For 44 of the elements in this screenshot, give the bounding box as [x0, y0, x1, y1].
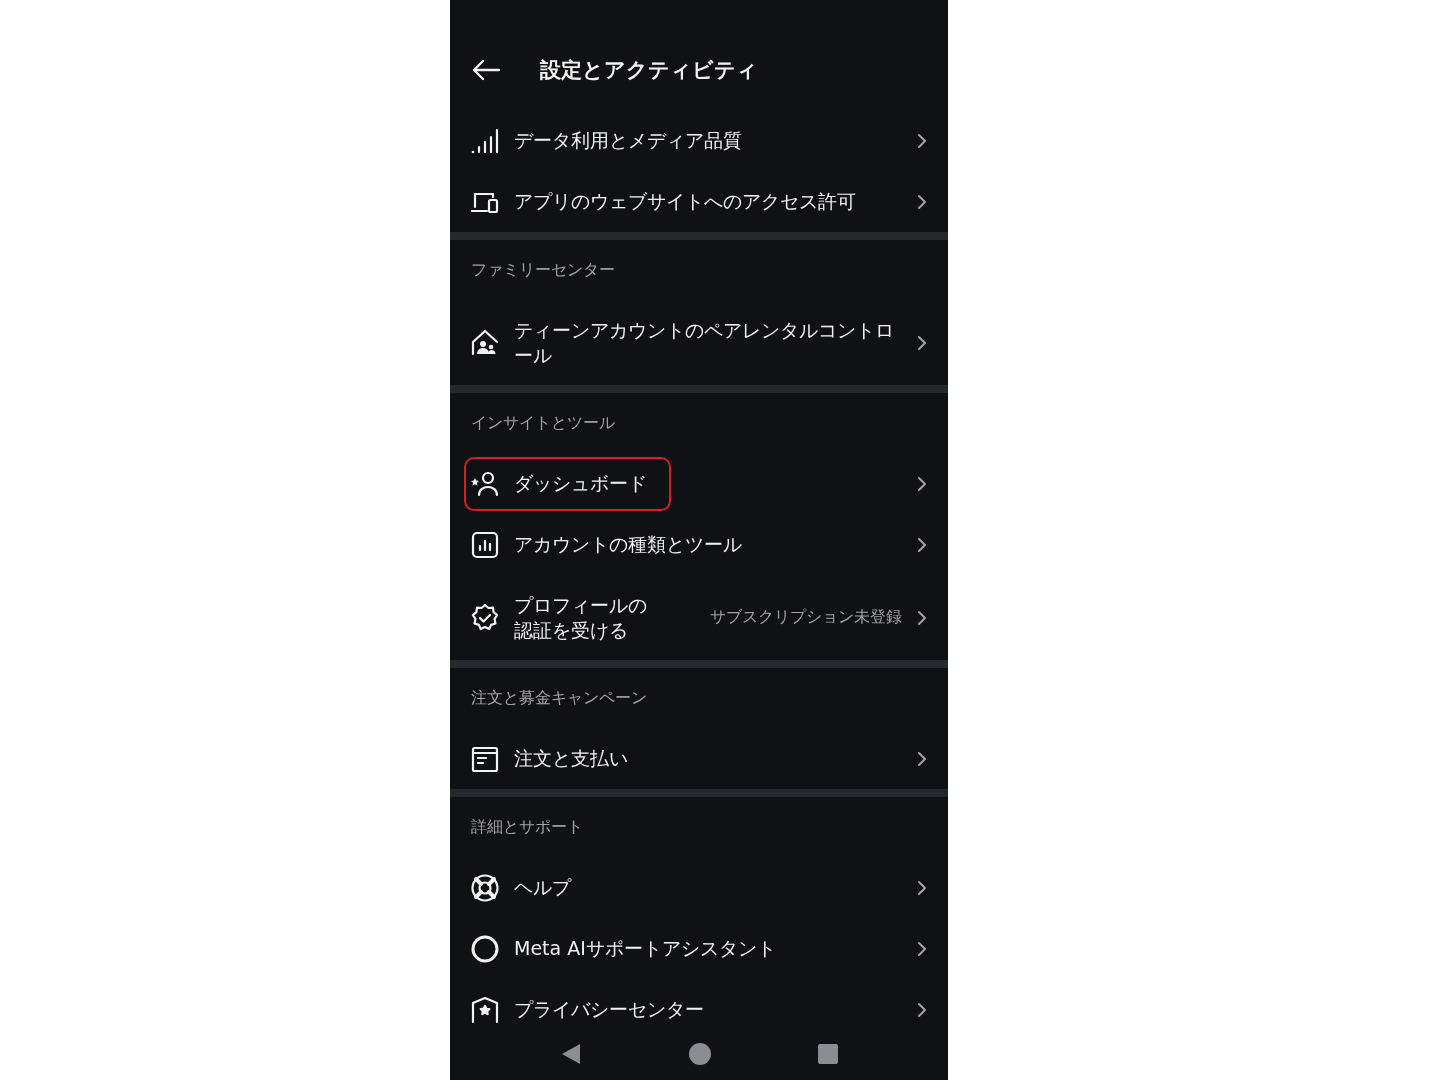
item-label: データ利用とメディア品質 [514, 128, 742, 153]
page-title: 設定とアクティビティ [540, 57, 758, 84]
item-label: プロフィールの認証を受ける [514, 592, 648, 643]
chevron-icon [916, 749, 928, 768]
lifebuoy-icon [470, 872, 500, 903]
chevron-icon [916, 192, 928, 211]
settings-item[interactable]: プロフィールの認証を受ける サブスクリプション未登録 [450, 575, 948, 660]
settings-item[interactable]: アカウントの種類とツール [450, 514, 948, 575]
item-label: アプリのウェブサイトへのアクセス許可 [514, 189, 856, 214]
bar-chart-icon [470, 529, 500, 560]
settings-item[interactable]: データ利用とメディア品質 [450, 110, 948, 171]
home-nav-icon[interactable] [688, 1042, 712, 1066]
section-header: 詳細とサポート [471, 816, 583, 838]
item-label: ダッシュボード [514, 471, 647, 496]
item-label: プライバシーセンター [514, 997, 704, 1022]
settings-item[interactable]: ダッシュボード [450, 453, 948, 514]
item-label: Meta AIサポートアシスタント [514, 936, 776, 961]
chevron-icon [916, 474, 928, 493]
section-header: インサイトとツール [471, 412, 615, 434]
back-nav-icon[interactable] [560, 1042, 582, 1066]
house-people-icon [470, 327, 500, 358]
item-label: ヘルプ [514, 875, 571, 900]
settings-item[interactable]: Meta AIサポートアシスタント [450, 918, 948, 979]
chevron-icon [916, 939, 928, 958]
item-label: アカウントの種類とツール [514, 532, 742, 557]
item-value: サブスクリプション未登録 [710, 607, 902, 628]
chevron-icon [916, 608, 928, 627]
circle-icon [470, 933, 500, 964]
settings-item[interactable]: アプリのウェブサイトへのアクセス許可 [450, 171, 948, 232]
settings-item[interactable]: プライバシーセンター [450, 979, 948, 1028]
chevron-icon [916, 1000, 928, 1019]
chevron-icon [916, 333, 928, 352]
settings-item[interactable]: ヘルプ [450, 857, 948, 918]
chevron-icon [916, 131, 928, 150]
chevron-icon [916, 535, 928, 554]
verified-badge-icon [470, 602, 500, 633]
item-label: ティーンアカウントのペアレンタルコントロール [514, 317, 895, 368]
shield-icon [470, 994, 500, 1025]
section-header: 注文と募金キャンペーン [471, 687, 647, 709]
section-header: ファミリーセンター [471, 259, 615, 281]
settings-item[interactable]: 注文と支払い [450, 728, 948, 789]
chevron-icon [916, 878, 928, 897]
settings-item[interactable]: ティーンアカウントのペアレンタルコントロール [450, 300, 948, 385]
item-label: 注文と支払い [514, 746, 628, 771]
